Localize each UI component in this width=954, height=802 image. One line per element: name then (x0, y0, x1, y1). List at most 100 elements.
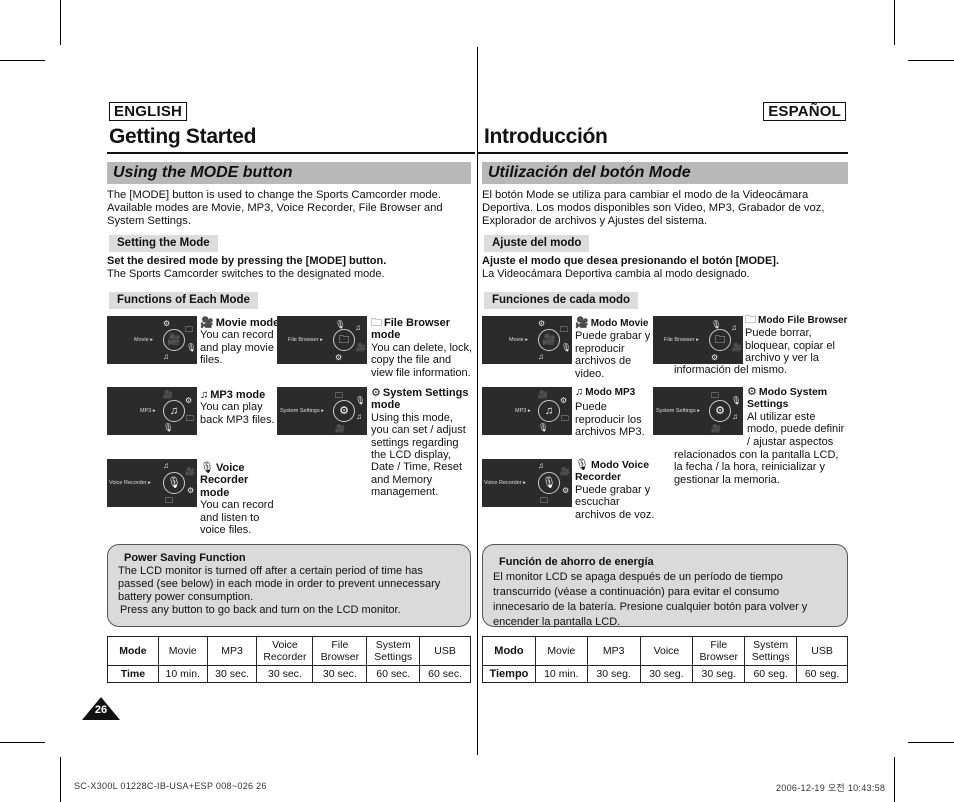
mic-icon: 🎙 (200, 462, 214, 474)
movie-icon: 🎥 (560, 467, 570, 476)
table-header-cell: Mode (107, 636, 159, 666)
setting-description: La Videocámara Deportiva cambia al modo … (482, 268, 750, 280)
table-cell: Voice (639, 636, 694, 666)
table-cell: Movie (157, 636, 208, 666)
gear-icon: ⚙ (562, 486, 570, 495)
section-title: Using the MODE button (107, 162, 471, 184)
gear-icon: ⚙ (538, 319, 546, 328)
crop-mark (0, 742, 45, 743)
table-cell: MP3 (206, 636, 258, 666)
gear-icon: ⚙ (747, 386, 757, 398)
file-browser-mode-text: 🗀 File Browser mode You can delete, lock,… (371, 317, 473, 379)
table-cell: 10 min. (157, 665, 208, 683)
system-settings-mode-text: ⚙ System Settings mode Using this mode, y… (371, 387, 473, 499)
gear-icon: ⚙ (371, 387, 381, 399)
movie-icon: 🎥 (335, 424, 345, 433)
screen-label: Movie ▸ (134, 337, 153, 343)
file-browser-mode-screen: File Browser ▸ 🗀 🎙 ♫ 🎥 ⚙ (653, 316, 743, 364)
table-row: Tiempo 10 min. 30 seg. 30 seg. 30 seg. 6… (482, 665, 848, 683)
mode-description: Puede borrar, bloquear, copiar el archiv… (745, 327, 835, 365)
folder-icon: 🗀 (186, 414, 194, 423)
movie-mode-text: 🎥 Modo Movie Puede grabar y reproducir ar… (575, 317, 651, 380)
mic-icon: 🎙 (731, 396, 742, 405)
folder-icon: 🗀 (560, 325, 568, 334)
mode-description: Puede reproducir los archivos MP3. (575, 401, 645, 439)
music-icon: ♫ (163, 461, 169, 470)
folder-icon: 🗀 (165, 496, 173, 505)
table-cell: File Browser (692, 636, 746, 666)
voice-recorder-mode-text: 🎙 Modo Voice Recorder Puede grabar y escu… (575, 459, 655, 521)
table-header-cell: Modo (482, 636, 536, 666)
table-cell: 30 seg. (692, 665, 746, 683)
mp3-mode-text: ♫ Modo MP3 Puede reproducir los archivos … (575, 386, 651, 439)
movie-icon: 🎥 (185, 467, 195, 476)
folder-icon: 🗀 (335, 391, 343, 400)
crop-mark (894, 757, 895, 802)
page-title: Getting Started (109, 125, 257, 148)
gear-icon: ⚙ (711, 353, 719, 362)
screen-label: File Browser ▸ (664, 337, 699, 343)
gear-icon: ⚙ (560, 396, 568, 405)
screen-label: File Browser ▸ (288, 337, 323, 343)
gear-icon: ⚙ (333, 400, 355, 422)
mp3-mode-text: ♫ MP3 mode You can play back MP3 files. (200, 389, 280, 426)
folder-icon: 🗀 (185, 325, 193, 334)
table-cell: USB (419, 636, 471, 666)
crop-mark (894, 0, 895, 45)
power-saving-note: Power Saving Function The LCD monitor is… (107, 544, 471, 627)
music-icon: ♫ (163, 400, 185, 422)
page-number: 26 (94, 704, 108, 716)
setting-description: The Sports Camcorder switches to the des… (107, 268, 385, 280)
music-icon: ♫ (538, 461, 544, 470)
mic-icon: 🎙 (355, 396, 366, 405)
table-cell: 30 sec. (312, 665, 368, 683)
movie-icon: 🎥 (538, 390, 548, 399)
crop-mark (60, 757, 61, 802)
table-cell: Voice Recorder (256, 636, 314, 666)
mic-icon: 🎙 (538, 423, 549, 432)
screen-label: System Settings ▸ (656, 408, 701, 414)
crop-mark (908, 742, 954, 743)
movie-icon: 🎥 (356, 343, 366, 352)
movie-mode-screen: Movie ▸ 🎥 ⚙ 🗀 🎙 ♫ (482, 316, 572, 364)
mic-icon: 🎙 (186, 343, 197, 352)
screen-label: Voice Recorder ▸ (109, 480, 151, 486)
setting-instruction: Set the desired mode by pressing the [MO… (107, 255, 387, 267)
intro-paragraph: El botón Mode se utiliza para cambiar el… (482, 189, 825, 227)
setting-mode-label: Setting the Mode (109, 235, 218, 252)
system-settings-mode-screen: System Settings ▸ ⚙ 🗀 🎙 ♫ 🎥 (277, 387, 367, 435)
music-icon: ♫ (538, 352, 544, 361)
intro-paragraph: The [MODE] button is used to change the … (107, 189, 443, 227)
movie-icon: 🎥 (711, 424, 721, 433)
system-settings-mode-text: ⚙ Modo System Settings Al utilizar este m… (747, 386, 847, 448)
folder-icon: 🗀 (745, 314, 756, 326)
table-cell: 60 sec. (419, 665, 471, 683)
title-rule (477, 152, 848, 154)
folder-icon: 🗀 (561, 414, 569, 423)
music-icon: ♫ (731, 323, 737, 332)
movie-icon: 🎥 (538, 329, 560, 351)
table-cell: System Settings (366, 636, 421, 666)
table-cell: 60 seg. (796, 665, 848, 683)
movie-icon: 🎥 (200, 317, 214, 329)
mic-icon: 🎙 (163, 472, 185, 494)
table-cell: 30 sec. (256, 665, 314, 683)
power-saving-table: Mode Movie MP3 Voice Recorder File Brows… (107, 636, 471, 683)
file-browser-mode-screen: File Browser ▸ 🗀 🎙 ♫ 🎥 ⚙ (277, 316, 367, 364)
mic-icon: 🎙 (711, 320, 722, 329)
mode-description: Using this mode, you can set / adjust se… (371, 411, 466, 499)
mode-title: Modo File Browser (758, 315, 848, 326)
system-settings-mode-text-cont: relacionados con la pantalla LCD, la fec… (674, 449, 839, 486)
mode-title: Movie mode (215, 317, 280, 329)
language-badge: ESPAÑOL (763, 102, 846, 121)
file-browser-mode-text-cont: información del mismo. (674, 364, 788, 376)
note-text-2: Press any button to go back and turn on … (120, 604, 401, 616)
mode-title: Modo MP3 (585, 387, 636, 398)
mode-description: Puede grabar y reproducir archivos de vi… (575, 330, 651, 380)
gear-icon: ⚙ (163, 319, 171, 328)
screen-label: MP3 ▸ (515, 408, 531, 414)
table-row: Mode Movie MP3 Voice Recorder File Brows… (107, 636, 471, 666)
mode-description: You can delete, lock, copy the file and … (371, 341, 473, 379)
gear-icon: ⚙ (709, 400, 731, 422)
screen-label: System Settings ▸ (280, 408, 325, 414)
